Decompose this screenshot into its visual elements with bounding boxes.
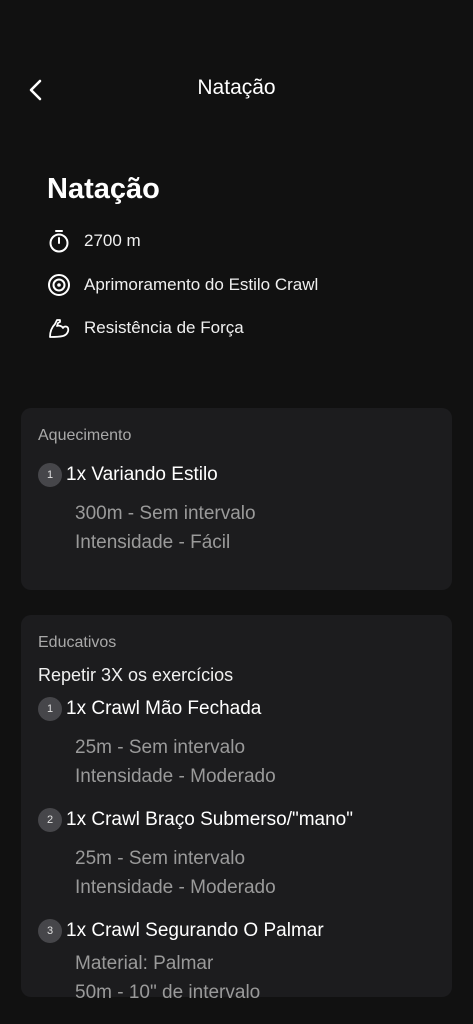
exercise-name: 1x Crawl Segurando O Palmar	[66, 920, 324, 941]
focus-row: Resistência de Força	[47, 316, 244, 340]
top-nav-bar: Natação	[0, 62, 473, 116]
distance-value: 2700 m	[84, 231, 141, 250]
section-title: Aquecimento	[38, 427, 132, 444]
exercise-number-badge: 1	[38, 463, 62, 487]
nav-title: Natação	[197, 76, 276, 99]
section-card-aquecimento: Aquecimento 1 1x Variando Estilo 300m - …	[21, 408, 452, 590]
goal-row: Aprimoramento do Estilo Crawl	[47, 273, 318, 297]
exercise-number-badge: 3	[38, 919, 62, 943]
distance-row: 2700 m	[47, 229, 141, 253]
exercise-detail-1: Material: Palmar	[75, 953, 214, 974]
exercise-item[interactable]: 2 1x Crawl Braço Submerso/"mano" 25m - S…	[38, 808, 435, 902]
flexed-arm-icon	[47, 316, 71, 340]
section-card-educativos: Educativos Repetir 3X os exercícios 1 1x…	[21, 615, 452, 1003]
stopwatch-icon	[47, 229, 71, 253]
exercise-detail-2: Intensidade - Moderado	[75, 877, 276, 898]
exercise-detail-1: 25m - Sem intervalo	[75, 737, 246, 758]
exercise-detail-1: 300m - Sem intervalo	[75, 503, 256, 524]
target-icon	[47, 273, 71, 297]
exercise-detail-2: Intensidade - Moderado	[75, 766, 276, 787]
exercise-name: 1x Variando Estilo	[66, 464, 218, 485]
exercise-number-badge: 1	[38, 697, 62, 721]
goal-value: Aprimoramento do Estilo Crawl	[84, 275, 319, 294]
exercise-item[interactable]: 3 1x Crawl Segurando O Palmar Material: …	[38, 919, 435, 1007]
exercise-item[interactable]: 1 1x Variando Estilo 300m - Sem interval…	[38, 463, 435, 557]
exercise-detail-1: 25m - Sem intervalo	[75, 848, 246, 869]
exercise-detail-2: 50m - 10" de intervalo	[75, 982, 261, 1003]
exercise-name: 1x Crawl Braço Submerso/"mano"	[66, 809, 353, 830]
repeat-instruction: Repetir 3X os exercícios	[38, 665, 234, 685]
exercise-item[interactable]: 1 1x Crawl Mão Fechada 25m - Sem interva…	[38, 697, 435, 791]
exercise-number-badge: 2	[38, 808, 62, 832]
exercise-name: 1x Crawl Mão Fechada	[66, 698, 262, 719]
focus-value: Resistência de Força	[84, 318, 244, 337]
exercise-detail-2: Intensidade - Fácil	[75, 532, 231, 553]
workout-header: Natação	[47, 170, 160, 208]
workout-detail-screen: Natação Natação 2700 m Aprimoramento do …	[0, 0, 473, 1024]
workout-title: Natação	[47, 173, 160, 205]
section-title: Educativos	[38, 634, 117, 651]
